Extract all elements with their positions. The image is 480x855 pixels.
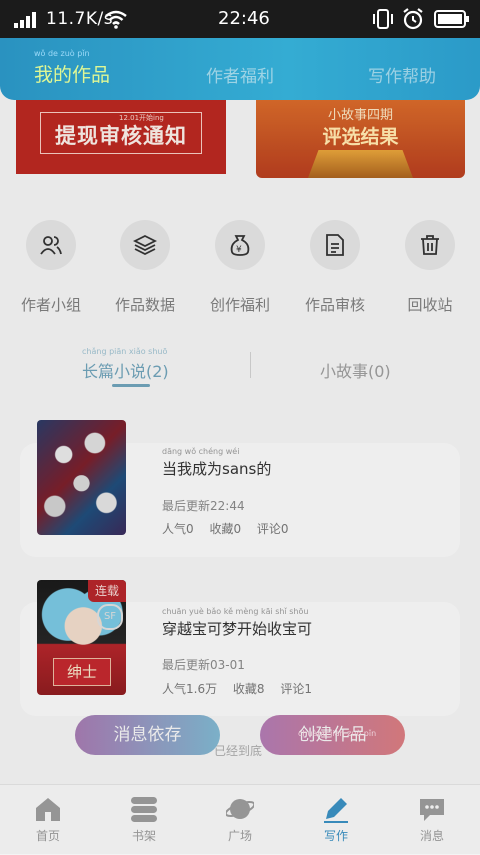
app-header: wǒ de zuò pǐn 我的作品 作者福利 写作帮助 (0, 38, 480, 100)
money-bag-icon: ¥ (230, 235, 250, 256)
title-pinyin: chuān yuè bǎo kě mèng kāi shǐ shōu (162, 607, 309, 616)
work-last-updated: 最后更新03-01 (162, 658, 245, 672)
nav-label: 首页 (35, 829, 60, 843)
podium-graphic (308, 150, 413, 178)
bottom-navigation: 首页 书架 广场 写作 消息 (0, 784, 480, 855)
cover-book-text: 绅士 (53, 658, 111, 686)
nav-messages[interactable]: 消息 (384, 785, 480, 855)
battery-icon (434, 10, 469, 28)
author-group-button[interactable] (26, 220, 76, 270)
tab-label: 作者福利 (206, 67, 274, 87)
trash-icon (421, 235, 439, 255)
creation-benefits-button[interactable]: ¥ (215, 220, 265, 270)
pen-icon (324, 798, 348, 823)
tab-short-stories[interactable]: 小故事(0) (320, 358, 391, 382)
shortcut-label: 作者小组 (20, 296, 81, 314)
banner-subtitle: 小故事四期 (327, 108, 393, 123)
work-review-button[interactable] (310, 220, 360, 270)
serial-status-badge: 连载 (88, 580, 126, 602)
end-of-list-text: 已经到底 (214, 744, 263, 758)
tab-my-works[interactable]: wǒ de zuò pǐn 我的作品 (34, 49, 111, 87)
shortcut-label: 作品审核 (304, 296, 365, 314)
planet-icon (226, 799, 254, 819)
wifi-icon (105, 10, 127, 29)
status-bar: 11.7K/s 22:46 (0, 0, 480, 38)
banner-story-results[interactable]: 小故事四期 评选结果 (256, 100, 465, 178)
message-button[interactable]: 消息依存 (75, 715, 220, 755)
work-stats: 人气1.6万 收藏8 评论1 (162, 682, 312, 696)
tab-pinyin: chǎng piān xiǎo shuō (82, 347, 168, 356)
work-title[interactable]: dāng wǒ chéng wéi 当我成为sans的 (162, 447, 272, 479)
work-last-updated: 最后更新22:44 (162, 499, 245, 513)
active-tab-indicator (112, 384, 150, 387)
tab-label: 我的作品 (34, 64, 111, 86)
shortcut-label: 回收站 (407, 296, 453, 314)
tab-writing-help[interactable]: 写作帮助 (368, 62, 436, 87)
work-title[interactable]: chuān yuè bǎo kě mèng kāi shǐ shōu 穿越宝可梦… (162, 607, 313, 639)
chat-icon (420, 799, 444, 821)
tab-pinyin: wǒ de zuò pǐn (34, 49, 90, 58)
shortcut-label: 作品数据 (114, 296, 175, 314)
banner-title: 提现审核通知 (55, 124, 187, 148)
work-data-button[interactable] (120, 220, 170, 270)
tab-author-benefits[interactable]: 作者福利 (206, 62, 274, 87)
nav-home[interactable]: 首页 (0, 785, 96, 855)
shortcut-label: 创作福利 (209, 296, 270, 314)
work-title-text: 穿越宝可梦开始收宝可 (162, 620, 313, 638)
tab-divider (250, 352, 251, 378)
create-work-button[interactable]: chuàng jiàn zuò pǐn 创建作品 (260, 715, 405, 755)
alarm-icon (403, 8, 423, 30)
button-pinyin: chuàng jiàn zuò pǐn (298, 729, 377, 738)
tab-label: 长篇小说(2) (82, 362, 169, 381)
title-pinyin: dāng wǒ chéng wéi (162, 447, 240, 456)
work-stats: 人气0 收藏0 评论0 (162, 522, 289, 536)
work-title-text: 当我成为sans的 (162, 460, 272, 478)
bookshelf-icon (131, 797, 157, 822)
clock-time: 22:46 (218, 8, 270, 29)
nav-label: 写作 (323, 829, 348, 843)
nav-label: 书架 (131, 829, 156, 843)
nav-label: 广场 (227, 829, 252, 843)
tab-label: 小故事(0) (320, 362, 391, 381)
cover-logo: SF (97, 604, 123, 630)
signal-icon (14, 12, 36, 28)
tab-label: 写作帮助 (368, 67, 436, 87)
banner-frame: 12.01开始ing 提现审核通知 (40, 112, 202, 154)
banner-title: 评选结果 (322, 126, 399, 148)
layers-icon (133, 234, 157, 256)
nav-write[interactable]: 写作 (288, 785, 384, 855)
document-icon (326, 234, 344, 256)
recycle-bin-button[interactable] (405, 220, 455, 270)
nav-plaza[interactable]: 广场 (192, 785, 288, 855)
tab-long-novels[interactable]: chǎng piān xiǎo shuō 长篇小说(2) (82, 347, 169, 382)
nav-bookshelf[interactable]: 书架 (96, 785, 192, 855)
nav-label: 消息 (419, 829, 444, 843)
work-cover-image[interactable] (37, 420, 126, 535)
people-icon (40, 236, 62, 255)
vibrate-icon (373, 9, 393, 29)
svg-text:¥: ¥ (236, 245, 242, 255)
home-icon (36, 798, 60, 821)
banner-withdraw-notice[interactable]: 12.01开始ing 提现审核通知 (16, 100, 226, 174)
